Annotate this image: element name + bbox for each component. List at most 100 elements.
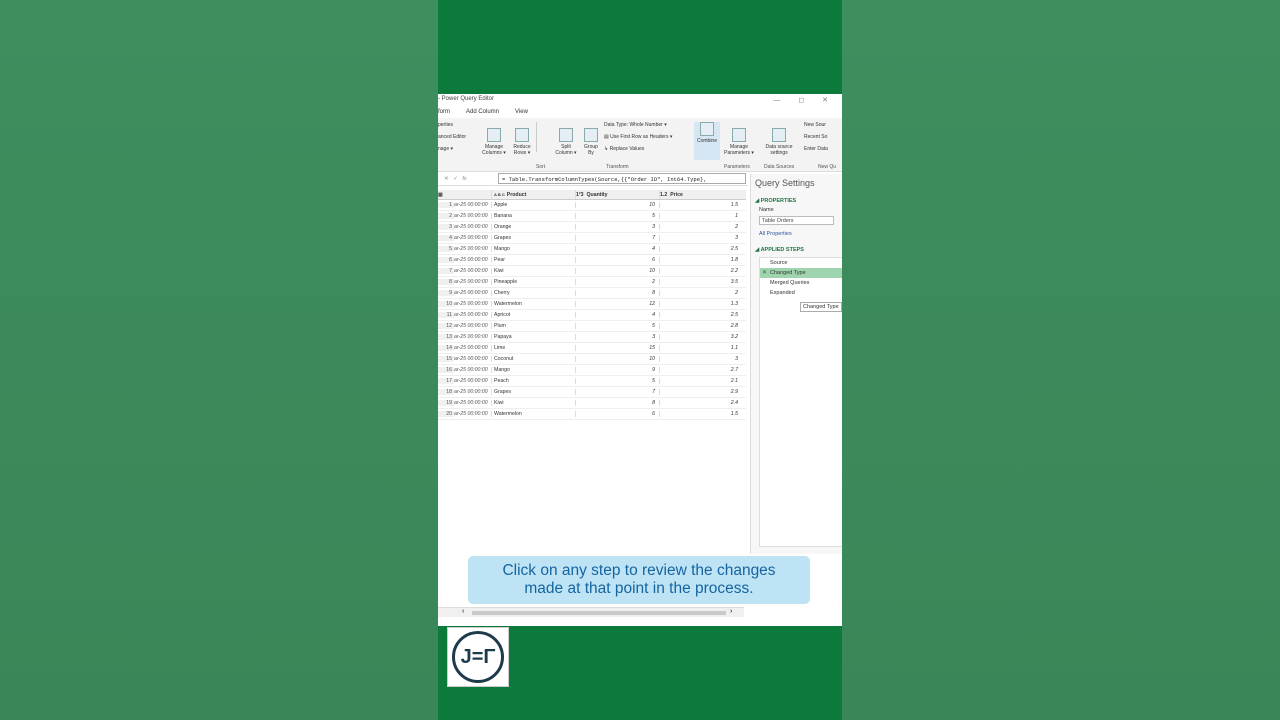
cell-price[interactable]: 2 bbox=[660, 290, 742, 296]
cell-product[interactable]: Lime bbox=[492, 345, 576, 351]
cell-price[interactable]: 1.5 bbox=[660, 411, 742, 417]
properties-button[interactable]: perties bbox=[438, 122, 453, 128]
cell-date[interactable]: ar-25 00:00:00 bbox=[454, 290, 492, 296]
cell-product[interactable]: Orange bbox=[492, 224, 576, 230]
cell-product[interactable]: Pineapple bbox=[492, 279, 576, 285]
cell-quantity[interactable]: 10 bbox=[576, 268, 660, 274]
cell-quantity[interactable]: 3 bbox=[576, 334, 660, 340]
manage-parameters-button[interactable]: Manage Parameters ▾ bbox=[722, 122, 756, 156]
row-number[interactable]: 18 bbox=[438, 389, 454, 395]
cell-quantity[interactable]: 4 bbox=[576, 312, 660, 318]
cell-price[interactable]: 2.8 bbox=[660, 323, 742, 329]
table-row[interactable]: 20 ar-25 00:00:00 Watermelon 6 1.5 bbox=[438, 409, 746, 420]
row-number[interactable]: 5 bbox=[438, 246, 454, 252]
step-merged-queries[interactable]: Merged Queries bbox=[760, 278, 842, 288]
cell-quantity[interactable]: 8 bbox=[576, 400, 660, 406]
cell-quantity[interactable]: 6 bbox=[576, 411, 660, 417]
table-row[interactable]: 7 ar-25 00:00:00 Kiwi 10 2.2 bbox=[438, 266, 746, 277]
table-row[interactable]: 16 ar-25 00:00:00 Mango 9 2.7 bbox=[438, 365, 746, 376]
cell-date[interactable]: ar-25 00:00:00 bbox=[454, 378, 492, 384]
table-menu-icon[interactable]: ▦ bbox=[438, 190, 454, 199]
cell-price[interactable]: 2.5 bbox=[660, 312, 742, 318]
row-number[interactable]: 10 bbox=[438, 301, 454, 307]
cell-price[interactable]: 2.7 bbox=[660, 367, 742, 373]
cell-product[interactable]: Mango bbox=[492, 246, 576, 252]
tab-view[interactable]: View bbox=[515, 109, 528, 115]
cell-date[interactable]: ar-25 00:00:00 bbox=[454, 323, 492, 329]
cell-price[interactable]: 2.5 bbox=[660, 246, 742, 252]
properties-section[interactable]: ◢ PROPERTIES bbox=[751, 196, 842, 206]
advanced-editor-button[interactable]: anced Editor bbox=[438, 134, 466, 140]
table-row[interactable]: 4 ar-25 00:00:00 Grapes 7 3 bbox=[438, 233, 746, 244]
cell-product[interactable]: Grapes bbox=[492, 389, 576, 395]
table-row[interactable]: 2 ar-25 00:00:00 Banana 5 1 bbox=[438, 211, 746, 222]
cell-product[interactable]: Kiwi bbox=[492, 268, 576, 274]
cell-price[interactable]: 1.5 bbox=[660, 202, 742, 208]
row-number[interactable]: 3 bbox=[438, 224, 454, 230]
cell-date[interactable]: ar-25 00:00:00 bbox=[454, 345, 492, 351]
cell-quantity[interactable]: 5 bbox=[576, 323, 660, 329]
cell-product[interactable]: Plum bbox=[492, 323, 576, 329]
table-row[interactable]: 14 ar-25 00:00:00 Lime 15 1.1 bbox=[438, 343, 746, 354]
cell-product[interactable]: Peach bbox=[492, 378, 576, 384]
scroll-left-icon[interactable]: ‹ bbox=[462, 608, 464, 615]
cell-quantity[interactable]: 7 bbox=[576, 235, 660, 241]
cell-price[interactable]: 2.1 bbox=[660, 378, 742, 384]
data-type-dropdown[interactable]: Data Type: Whole Number ▾ bbox=[604, 122, 692, 128]
row-number[interactable]: 15 bbox=[438, 356, 454, 362]
table-row[interactable]: 19 ar-25 00:00:00 Kiwi 8 2.4 bbox=[438, 398, 746, 409]
row-number[interactable]: 17 bbox=[438, 378, 454, 384]
row-number[interactable]: 8 bbox=[438, 279, 454, 285]
cell-price[interactable]: 2.2 bbox=[660, 268, 742, 274]
cell-quantity[interactable]: 3 bbox=[576, 224, 660, 230]
row-number[interactable]: 6 bbox=[438, 257, 454, 263]
cell-quantity[interactable]: 5 bbox=[576, 378, 660, 384]
enter-data-button[interactable]: Enter Data bbox=[804, 146, 828, 152]
cell-date[interactable]: ar-25 00:00:00 bbox=[454, 334, 492, 340]
cell-date[interactable]: ar-25 00:00:00 bbox=[454, 235, 492, 241]
row-number[interactable]: 13 bbox=[438, 334, 454, 340]
split-column-button[interactable]: Split Column ▾ bbox=[552, 122, 580, 156]
cell-product[interactable]: Watermelon bbox=[492, 411, 576, 417]
cell-date[interactable]: ar-25 00:00:00 bbox=[454, 213, 492, 219]
table-row[interactable]: 10 ar-25 00:00:00 Watermelon 12 1.3 bbox=[438, 299, 746, 310]
cell-quantity[interactable]: 9 bbox=[576, 367, 660, 373]
manage-columns-button[interactable]: Manage Columns ▾ bbox=[480, 122, 508, 156]
cell-price[interactable]: 3.2 bbox=[660, 334, 742, 340]
cell-date[interactable]: ar-25 00:00:00 bbox=[454, 312, 492, 318]
cell-quantity[interactable]: 8 bbox=[576, 290, 660, 296]
scroll-thumb[interactable] bbox=[472, 611, 726, 615]
table-row[interactable]: 5 ar-25 00:00:00 Mango 4 2.5 bbox=[438, 244, 746, 255]
cell-date[interactable]: ar-25 00:00:00 bbox=[454, 301, 492, 307]
row-number[interactable]: 20 bbox=[438, 411, 454, 417]
cell-date[interactable]: ar-25 00:00:00 bbox=[454, 356, 492, 362]
cell-date[interactable]: ar-25 00:00:00 bbox=[454, 279, 492, 285]
cell-product[interactable]: Apricot bbox=[492, 312, 576, 318]
cell-price[interactable]: 3 bbox=[660, 356, 742, 362]
cell-product[interactable]: Kiwi bbox=[492, 400, 576, 406]
row-number[interactable]: 16 bbox=[438, 367, 454, 373]
all-properties-link[interactable]: All Properties bbox=[751, 227, 842, 241]
cell-product[interactable]: Grapes bbox=[492, 235, 576, 241]
cell-date[interactable]: ar-25 00:00:00 bbox=[454, 257, 492, 263]
row-number[interactable]: 12 bbox=[438, 323, 454, 329]
cell-date[interactable]: ar-25 00:00:00 bbox=[454, 246, 492, 252]
cell-quantity[interactable]: 2 bbox=[576, 279, 660, 285]
sort-icons[interactable] bbox=[536, 122, 546, 152]
window-controls[interactable]: — ◻ ✕ bbox=[773, 96, 836, 104]
replace-values-button[interactable]: ↳ Replace Values bbox=[604, 146, 692, 152]
cell-date[interactable]: ar-25 00:00:00 bbox=[454, 367, 492, 373]
row-number[interactable]: 7 bbox=[438, 268, 454, 274]
table-row[interactable]: 8 ar-25 00:00:00 Pineapple 2 3.5 bbox=[438, 277, 746, 288]
new-source-button[interactable]: New Sour bbox=[804, 122, 826, 128]
scroll-right-icon[interactable]: › bbox=[730, 608, 732, 615]
query-name-input[interactable]: Table Orders bbox=[759, 216, 834, 225]
cell-quantity[interactable]: 6 bbox=[576, 257, 660, 263]
header-date[interactable] bbox=[454, 190, 492, 199]
combine-button[interactable]: Combine bbox=[694, 122, 720, 160]
cell-product[interactable]: Banana bbox=[492, 213, 576, 219]
table-row[interactable]: 18 ar-25 00:00:00 Grapes 7 2.9 bbox=[438, 387, 746, 398]
horizontal-scrollbar[interactable]: ‹ › bbox=[438, 607, 744, 617]
cell-price[interactable]: 1 bbox=[660, 213, 742, 219]
cell-product[interactable]: Papaya bbox=[492, 334, 576, 340]
